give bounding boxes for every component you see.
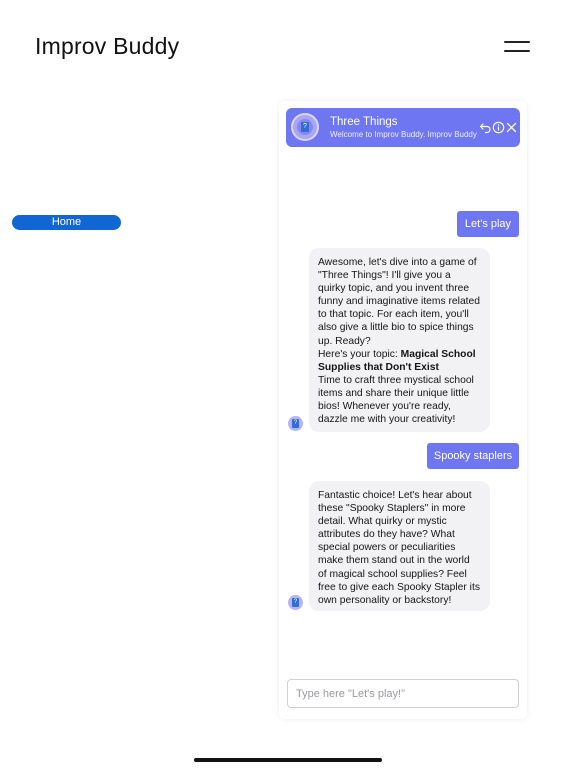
bot-message-text: Awesome, let's dive into a game of "Thre… <box>318 257 480 347</box>
bot-message: Fantastic choice! Let's hear about these… <box>309 481 490 611</box>
header-actions <box>479 121 519 134</box>
question-block-icon: ? <box>292 419 299 428</box>
app-title: Improv Buddy <box>35 33 180 59</box>
home-button[interactable]: Home <box>12 215 121 230</box>
bot-message-topic: Here's your topic: Magical School Suppli… <box>318 348 481 374</box>
hamburger-menu-icon[interactable] <box>504 39 530 53</box>
chat-title: Three Things <box>330 116 398 128</box>
chat-subtitle: Welcome to Improv Buddy. Improv Buddy is… <box>330 130 477 139</box>
chat-window: ? Three Things Welcome to Improv Buddy. … <box>279 101 527 719</box>
bot-avatar: ? <box>288 595 303 610</box>
close-icon[interactable] <box>505 121 518 134</box>
info-circle-icon[interactable] <box>492 121 505 134</box>
user-message: Let's play <box>457 211 519 237</box>
menu-line <box>504 50 530 52</box>
topic-prefix: Here's your topic: <box>318 348 401 360</box>
question-glyph: ? <box>301 122 309 132</box>
bot-message-text: Time to craft three mystical school item… <box>318 374 474 426</box>
bot-avatar: ? <box>288 416 303 431</box>
menu-line <box>504 41 530 43</box>
question-block-icon: ? <box>292 598 299 607</box>
home-indicator[interactable] <box>194 758 382 762</box>
message-input[interactable] <box>287 679 519 708</box>
question-block-avatar-icon: ? <box>291 113 319 141</box>
user-message: Spooky staplers <box>427 443 519 469</box>
undo-arrow-icon[interactable] <box>479 121 492 134</box>
bot-message-text: Fantastic choice! Let's hear about these… <box>318 490 480 606</box>
chat-header: ? Three Things Welcome to Improv Buddy. … <box>286 108 520 147</box>
bot-message: Awesome, let's dive into a game of "Thre… <box>309 248 490 432</box>
